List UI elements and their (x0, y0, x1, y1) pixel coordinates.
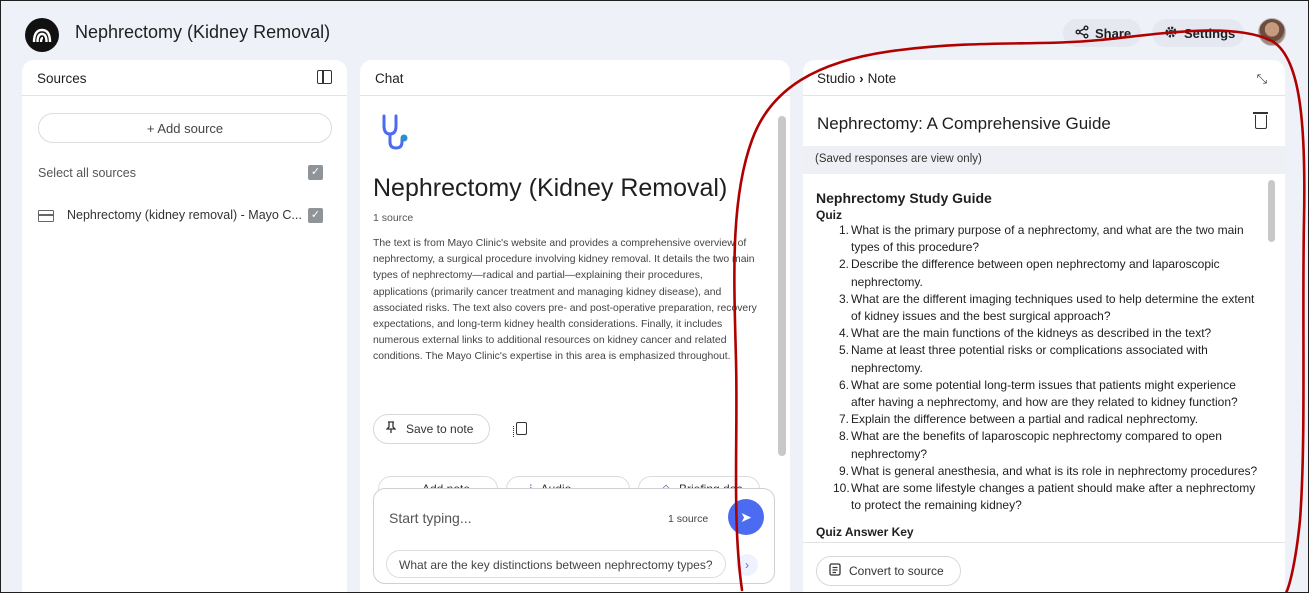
save-to-note-label: Save to note (406, 422, 474, 436)
quiz-item-text: What is general anesthesia, and what is … (851, 463, 1258, 478)
select-all-label: Select all sources (38, 166, 136, 180)
chevron-right-icon: › (859, 71, 864, 86)
copy-icon[interactable] (513, 422, 527, 437)
settings-label: Settings (1184, 25, 1236, 41)
readonly-notice: (Saved responses are view only) (803, 146, 1285, 174)
notebook-summary: The text is from Mayo Clinic's website a… (373, 238, 757, 363)
studio-header: Studio › Note ⤡ (803, 60, 1285, 96)
chat-panel: Chat Nephrectomy (Kidney Removal) 1 sour… (360, 60, 790, 593)
app-logo-icon[interactable] (25, 18, 59, 52)
share-button[interactable]: Share (1063, 19, 1141, 47)
quiz-item: 5. Name at least three potential risks or… (833, 342, 1263, 376)
studio-panel: Studio › Note ⤡ Nephrectomy: A Comprehen… (803, 60, 1285, 593)
quiz-item-text: What are some potential long-term issues… (851, 377, 1238, 410)
breadcrumb-note: Note (867, 71, 897, 86)
quiz-item: 4. What are the main functions of the kid… (833, 325, 1263, 342)
quiz-item-number: 2. (838, 257, 849, 272)
avatar[interactable] (1258, 18, 1286, 46)
quiz-list: 1. What is the primary purpose of a nephr… (833, 222, 1263, 514)
notebook-title[interactable]: Nephrectomy (Kidney Removal) (75, 22, 330, 43)
quiz-item-text: What are the main functions of the kidne… (851, 326, 1212, 341)
quiz-item: 6. What are some potential long-term issu… (833, 377, 1263, 411)
collapse-panel-icon[interactable] (317, 70, 332, 84)
chat-composer: Start typing... 1 source ➤ What are the … (373, 488, 775, 584)
quiz-item-number: 6. (838, 377, 849, 392)
quiz-item-number: 9. (838, 463, 849, 478)
sources-header: Sources (22, 60, 347, 96)
source-item-label: Nephrectomy (kidney removal) - Mayo C... (67, 208, 302, 222)
note-title: Nephrectomy: A Comprehensive Guide (817, 114, 1111, 133)
document-icon (38, 210, 54, 222)
suggested-question[interactable]: What are the key distinctions between ne… (386, 550, 726, 578)
quiz-item-number: 10. (833, 481, 850, 496)
composer-source-count: 1 source (668, 513, 709, 525)
quiz-item-number: 7. (838, 412, 849, 427)
collapse-icon[interactable]: ⤡ (1257, 71, 1267, 87)
chat-scrollbar[interactable] (778, 116, 786, 456)
gear-icon (1164, 25, 1178, 42)
quiz-item: 3. What are the different imaging techniq… (833, 291, 1263, 325)
quiz-item-text: Name at least three potential risks or c… (851, 343, 1208, 375)
source-item[interactable]: Nephrectomy (kidney removal) - Mayo C...… (38, 204, 338, 228)
add-source-button[interactable]: + Add source (38, 113, 332, 143)
app-header: Nephrectomy (Kidney Removal) Share Setti… (0, 0, 1309, 62)
quiz-item: 2. Describe the difference between open n… (833, 256, 1263, 290)
quiz-item: 7. Explain the difference between a parti… (833, 411, 1263, 428)
quiz-item-number: 3. (838, 291, 849, 306)
sources-title: Sources (37, 71, 87, 86)
breadcrumb: Studio › Note (817, 71, 896, 86)
note-body: Nephrectomy Study Guide Quiz 1. What is t… (803, 176, 1285, 542)
stethoscope-icon (380, 112, 416, 157)
quiz-item-text: Explain the difference between a partial… (851, 412, 1199, 427)
study-guide-title: Nephrectomy Study Guide (816, 190, 992, 206)
convert-to-source-button[interactable]: Convert to source (816, 556, 961, 586)
select-all-checkbox[interactable]: ✓ (308, 165, 323, 180)
source-checkbox[interactable]: ✓ (308, 208, 323, 223)
quiz-item: 10. What are some lifestyle changes a pat… (833, 480, 1263, 514)
breadcrumb-studio[interactable]: Studio (817, 71, 855, 86)
send-button[interactable]: ➤ (728, 499, 764, 535)
share-label: Share (1095, 25, 1132, 41)
save-to-note-button[interactable]: Save to note (373, 414, 490, 444)
quiz-item-number: 5. (838, 343, 849, 358)
settings-button[interactable]: Settings (1152, 19, 1244, 47)
chat-source-count: 1 source (373, 212, 414, 224)
quiz-item-text: What is the primary purpose of a nephrec… (851, 223, 1244, 255)
quiz-item: 1. What is the primary purpose of a nephr… (833, 222, 1263, 256)
quiz-item: 9. What is general anesthesia, and what i… (833, 463, 1263, 480)
convert-icon (829, 563, 841, 579)
quiz-answer-key-heading: Quiz Answer Key (816, 525, 914, 539)
trash-icon[interactable] (1253, 112, 1268, 129)
send-icon: ➤ (740, 508, 752, 525)
share-icon (1075, 25, 1089, 42)
quiz-item-text: What are the benefits of laparoscopic ne… (851, 429, 1222, 461)
quiz-heading: Quiz (816, 208, 842, 222)
quiz-item-text: What are the different imaging technique… (851, 291, 1255, 324)
sources-panel: Sources + Add source Select all sources … (22, 60, 347, 593)
quiz-item-number: 4. (838, 326, 849, 341)
studio-footer: Convert to source (803, 542, 1285, 593)
quiz-item: 8. What are the benefits of laparoscopic … (833, 428, 1263, 462)
chevron-right-icon[interactable]: › (736, 554, 758, 576)
note-scrollbar[interactable] (1268, 180, 1275, 242)
quiz-item-number: 1. (838, 223, 849, 237)
chat-input[interactable]: Start typing... (389, 510, 471, 526)
chat-notebook-heading: Nephrectomy (Kidney Removal) (373, 174, 728, 202)
chat-header: Chat (360, 60, 790, 96)
readonly-text: (Saved responses are view only) (815, 153, 982, 165)
quiz-item-text: What are some lifestyle changes a patien… (851, 481, 1256, 513)
quiz-item-number: 8. (838, 429, 849, 444)
chat-title: Chat (375, 71, 404, 86)
convert-to-source-label: Convert to source (849, 564, 944, 578)
pin-icon (385, 421, 397, 437)
quiz-item-text: Describe the difference between open nep… (851, 257, 1220, 289)
